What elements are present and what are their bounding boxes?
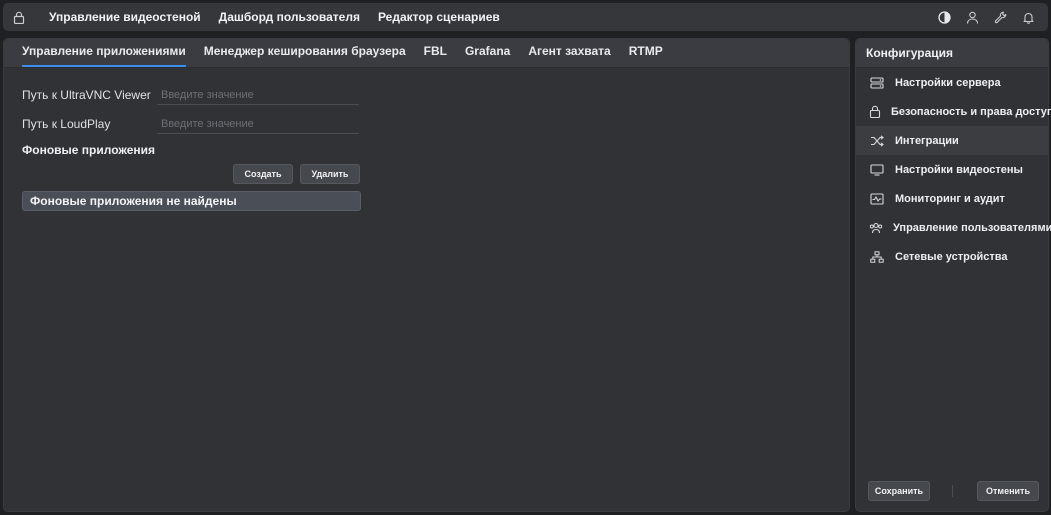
lock-icon[interactable] <box>5 3 33 31</box>
sidebar-item-integrations[interactable]: Интеграции <box>856 126 1048 155</box>
nav-scenario-editor[interactable]: Редактор сценариев <box>378 10 500 24</box>
background-apps-heading: Фоновые приложения <box>22 143 156 157</box>
user-icon[interactable] <box>958 3 986 31</box>
cancel-button[interactable]: Отменить <box>977 481 1039 501</box>
loudplay-path-row: Путь к LoudPlay <box>22 114 359 134</box>
sidebar-item-server-settings[interactable]: Настройки сервера <box>856 68 1048 97</box>
tab-rtmp[interactable]: RTMP <box>629 44 663 67</box>
save-button[interactable]: Сохранить <box>868 481 930 501</box>
sidebar-item-label: Сетевые устройства <box>895 250 1008 263</box>
nav-videowall-management[interactable]: Управление видеостеной <box>49 10 201 24</box>
nav-user-dashboard[interactable]: Дашборд пользователя <box>219 10 360 24</box>
activity-icon <box>869 191 885 207</box>
tab-grafana[interactable]: Grafana <box>465 44 510 67</box>
loudplay-path-input[interactable] <box>157 114 359 134</box>
bell-icon[interactable] <box>1014 3 1042 31</box>
sidebar-item-label: Настройки сервера <box>895 76 1001 89</box>
top-nav: Управление видеостеной Дашборд пользоват… <box>49 10 518 24</box>
wrench-icon[interactable] <box>986 3 1014 31</box>
sidebar-item-monitoring-audit[interactable]: Мониторинг и аудит <box>856 184 1048 213</box>
tab-browser-cache-manager[interactable]: Менеджер кеширования браузера <box>204 44 406 67</box>
sidebar-item-label: Безопасность и права доступа <box>891 105 1051 118</box>
config-sidebar: Конфигурация Настройки сервера Безопасно… <box>855 38 1051 512</box>
top-bar: Управление видеостеной Дашборд пользоват… <box>3 3 1048 31</box>
sidebar-menu: Настройки сервера Безопасность и права д… <box>856 68 1051 271</box>
sidebar-item-label: Мониторинг и аудит <box>895 192 1005 205</box>
theme-contrast-icon[interactable] <box>930 3 958 31</box>
sidebar-item-user-management[interactable]: Управление пользователями <box>856 213 1051 242</box>
footer-divider <box>952 485 953 497</box>
sidebar-footer: Сохранить Отменить <box>856 481 1048 501</box>
sidebar-item-label: Интеграции <box>895 134 959 147</box>
server-icon <box>869 75 885 91</box>
sidebar-title: Конфигурация <box>856 39 1048 68</box>
delete-button[interactable]: Удалить <box>300 164 360 184</box>
tab-app-management[interactable]: Управление приложениями <box>22 44 186 67</box>
monitor-icon <box>869 162 885 178</box>
ultravnc-path-label: Путь к UltraVNC Viewer <box>22 88 151 102</box>
main-panel: Управление приложениями Менеджер кеширов… <box>3 38 850 512</box>
network-icon <box>869 249 885 265</box>
users-icon <box>869 220 883 236</box>
sidebar-item-label: Настройки видеостены <box>895 163 1023 176</box>
sidebar-item-security[interactable]: Безопасность и права доступа <box>856 97 1051 126</box>
tab-capture-agent[interactable]: Агент захвата <box>528 44 610 67</box>
ultravnc-path-row: Путь к UltraVNC Viewer <box>22 85 359 105</box>
sidebar-item-videowall-settings[interactable]: Настройки видеостены <box>856 155 1048 184</box>
shuffle-icon <box>869 133 885 149</box>
ultravnc-path-input[interactable] <box>157 85 359 105</box>
lock-icon <box>869 104 881 120</box>
create-button[interactable]: Создать <box>233 164 293 184</box>
loudplay-path-label: Путь к LoudPlay <box>22 117 111 131</box>
tab-bar: Управление приложениями Менеджер кеширов… <box>4 39 849 68</box>
tab-fbl[interactable]: FBL <box>424 44 447 67</box>
empty-background-apps-message: Фоновые приложения не найдены <box>22 191 361 211</box>
sidebar-item-network-devices[interactable]: Сетевые устройства <box>856 242 1048 271</box>
sidebar-item-label: Управление пользователями <box>893 221 1051 234</box>
